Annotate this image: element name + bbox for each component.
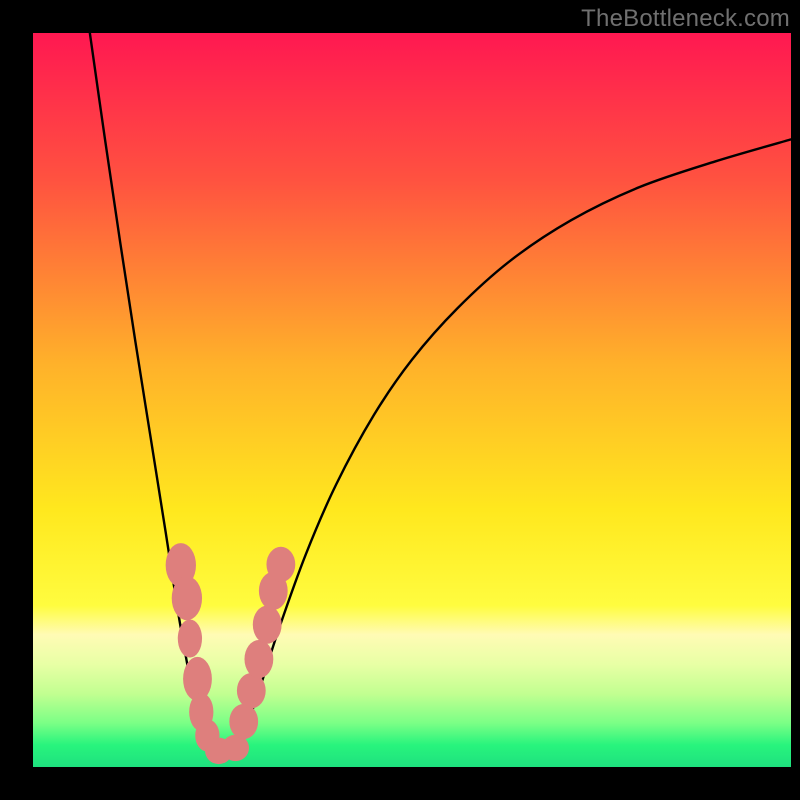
- curve-marker: [237, 673, 266, 708]
- curve-marker: [244, 640, 273, 678]
- watermark-text: TheBottleneck.com: [581, 5, 790, 32]
- curve-marker: [266, 547, 295, 582]
- curve-marker: [253, 606, 282, 644]
- curve-marker: [229, 704, 258, 739]
- chart-container: TheBottleneck.com: [0, 0, 800, 800]
- curve-marker: [178, 619, 202, 657]
- chart-background-gradient: [33, 33, 791, 767]
- curve-marker: [172, 576, 202, 620]
- bottleneck-chart: TheBottleneck.com: [0, 0, 800, 800]
